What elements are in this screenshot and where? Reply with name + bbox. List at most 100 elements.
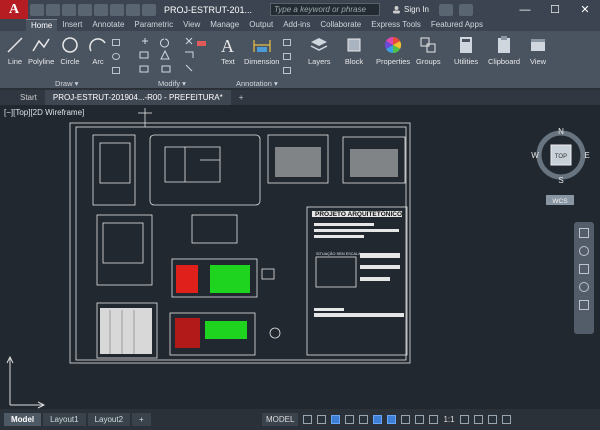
annotation-visibility-icon[interactable] bbox=[429, 415, 439, 424]
tab-add-ins[interactable]: Add-ins bbox=[278, 19, 315, 31]
draw-panel-label[interactable]: Draw ▾ bbox=[55, 79, 78, 88]
share-icon[interactable] bbox=[142, 3, 156, 16]
search-input[interactable]: Type a keyword or phrase bbox=[270, 3, 380, 16]
object-snap-tracking-icon[interactable] bbox=[373, 415, 383, 424]
hatch-icon[interactable] bbox=[112, 67, 120, 74]
sign-in-button[interactable]: Sign In bbox=[392, 5, 429, 14]
cart-icon[interactable] bbox=[438, 3, 453, 16]
tab-collaborate[interactable]: Collaborate bbox=[315, 19, 366, 31]
tab-insert[interactable]: Insert bbox=[57, 19, 87, 31]
dimension-label: Dimension bbox=[244, 57, 280, 66]
steering-wheel-icon[interactable] bbox=[579, 228, 589, 238]
viewcube[interactable]: TOP N S E W WCS bbox=[530, 125, 592, 215]
model-space-toggle[interactable]: MODEL bbox=[262, 413, 299, 426]
app-logo-button[interactable]: A bbox=[0, 0, 28, 19]
save-icon[interactable] bbox=[62, 3, 76, 16]
polar-icon[interactable] bbox=[345, 415, 355, 424]
arc-button[interactable]: Arc bbox=[88, 35, 108, 66]
workspace-gear-icon[interactable] bbox=[459, 415, 469, 424]
ucs-icon bbox=[6, 355, 46, 409]
arc-label: Arc bbox=[92, 57, 104, 66]
isolate-objects-icon[interactable] bbox=[487, 415, 497, 424]
help-icon[interactable] bbox=[458, 3, 473, 16]
customization-menu-icon[interactable] bbox=[501, 415, 511, 424]
annotation-monitor-icon[interactable] bbox=[473, 415, 483, 424]
properties-button[interactable]: Properties bbox=[376, 35, 410, 66]
drawing-viewport[interactable]: [−][Top][2D Wireframe] PROJETO ARQUITETÔ… bbox=[0, 105, 600, 409]
line-button[interactable]: Line bbox=[5, 35, 25, 66]
tab-annotate[interactable]: Annotate bbox=[87, 19, 129, 31]
groups-button[interactable]: Groups bbox=[416, 35, 441, 66]
calculator-icon bbox=[460, 37, 473, 53]
model-layout-tab[interactable]: Model bbox=[4, 413, 42, 426]
window-controls: — ☐ ✕ bbox=[510, 0, 600, 19]
ortho-icon[interactable] bbox=[331, 415, 341, 424]
new-icon[interactable] bbox=[30, 3, 44, 16]
annotation-scale[interactable]: 1:1 bbox=[443, 415, 454, 424]
new-layout-button[interactable]: + bbox=[132, 413, 151, 426]
showmotion-icon[interactable] bbox=[579, 300, 589, 310]
drawing-canvas: PROJETO ARQUITETÔNICO SITUAÇÃO SEM ESCAL… bbox=[6, 108, 411, 409]
tab-output[interactable]: Output bbox=[244, 19, 278, 31]
close-button[interactable]: ✕ bbox=[570, 0, 600, 19]
sign-in-label: Sign In bbox=[404, 5, 429, 14]
status-bar: MODEL 1:1 bbox=[258, 409, 600, 430]
polyline-button[interactable]: Polyline bbox=[28, 35, 54, 66]
compass-west[interactable]: W bbox=[531, 151, 539, 160]
tab-parametric[interactable]: Parametric bbox=[129, 19, 178, 31]
tab-express-tools[interactable]: Express Tools bbox=[366, 19, 426, 31]
table-icon[interactable] bbox=[283, 67, 291, 74]
zoom-extents-icon[interactable] bbox=[579, 264, 589, 274]
compass-east[interactable]: E bbox=[584, 151, 589, 160]
erase-icon[interactable] bbox=[196, 39, 208, 49]
undo-icon[interactable] bbox=[110, 3, 124, 16]
modify-panel-label[interactable]: Modify ▾ bbox=[158, 79, 186, 88]
lineweight-icon[interactable] bbox=[401, 415, 411, 424]
transparency-icon[interactable] bbox=[415, 415, 425, 424]
save-as-icon[interactable] bbox=[78, 3, 92, 16]
circle-button[interactable]: Circle bbox=[60, 35, 80, 66]
clipboard-button[interactable]: Clipboard bbox=[488, 35, 520, 66]
pan-icon[interactable] bbox=[579, 246, 589, 256]
view-button[interactable]: View bbox=[528, 35, 548, 66]
tab-manage[interactable]: Manage bbox=[205, 19, 244, 31]
utilities-button[interactable]: Utilities bbox=[454, 35, 478, 66]
compass-north[interactable]: N bbox=[558, 127, 564, 136]
line-icon bbox=[7, 37, 23, 53]
minimize-button[interactable]: — bbox=[510, 0, 540, 19]
annotation-panel-label[interactable]: Annotation ▾ bbox=[236, 79, 278, 88]
clipboard-icon bbox=[498, 36, 511, 53]
redo-icon[interactable] bbox=[126, 3, 140, 16]
layout2-tab[interactable]: Layout2 bbox=[87, 413, 131, 426]
tab-home[interactable]: Home bbox=[26, 19, 58, 31]
linear-dim-icon[interactable] bbox=[283, 39, 291, 46]
grid-icon[interactable] bbox=[303, 415, 313, 424]
text-button[interactable]: A Text bbox=[218, 35, 238, 66]
dimension-button[interactable]: Dimension bbox=[244, 35, 279, 66]
drawing-tab[interactable]: PROJ-ESTRUT-201904...-R00 - PREFEITURA* bbox=[44, 90, 231, 105]
new-tab-button[interactable]: + bbox=[231, 90, 252, 105]
green-room-hatch-2 bbox=[205, 321, 247, 339]
plot-icon[interactable] bbox=[94, 3, 108, 16]
tab-featured-apps[interactable]: Featured Apps bbox=[426, 19, 488, 31]
viewcube-face-label: TOP bbox=[555, 154, 567, 160]
circle-label: Circle bbox=[60, 57, 80, 66]
ellipse-icon[interactable] bbox=[112, 53, 120, 60]
compass-south[interactable]: S bbox=[558, 176, 563, 185]
isodraft-icon[interactable] bbox=[359, 415, 369, 424]
start-tab[interactable]: Start bbox=[12, 90, 45, 105]
tab-view[interactable]: View bbox=[178, 19, 205, 31]
layers-button[interactable]: Layers bbox=[308, 35, 331, 66]
snap-icon[interactable] bbox=[317, 415, 327, 424]
open-icon[interactable] bbox=[46, 3, 60, 16]
block-button[interactable]: Block bbox=[344, 35, 364, 66]
object-snap-icon[interactable] bbox=[387, 415, 397, 424]
leader-icon[interactable] bbox=[283, 53, 291, 60]
view-icon bbox=[531, 39, 545, 51]
clipboard-label: Clipboard bbox=[488, 57, 521, 66]
layout1-tab[interactable]: Layout1 bbox=[43, 413, 86, 426]
orbit-icon[interactable] bbox=[579, 282, 589, 292]
line-label: Line bbox=[7, 57, 23, 66]
rectangle-icon[interactable] bbox=[112, 39, 120, 46]
maximize-button[interactable]: ☐ bbox=[540, 0, 570, 19]
